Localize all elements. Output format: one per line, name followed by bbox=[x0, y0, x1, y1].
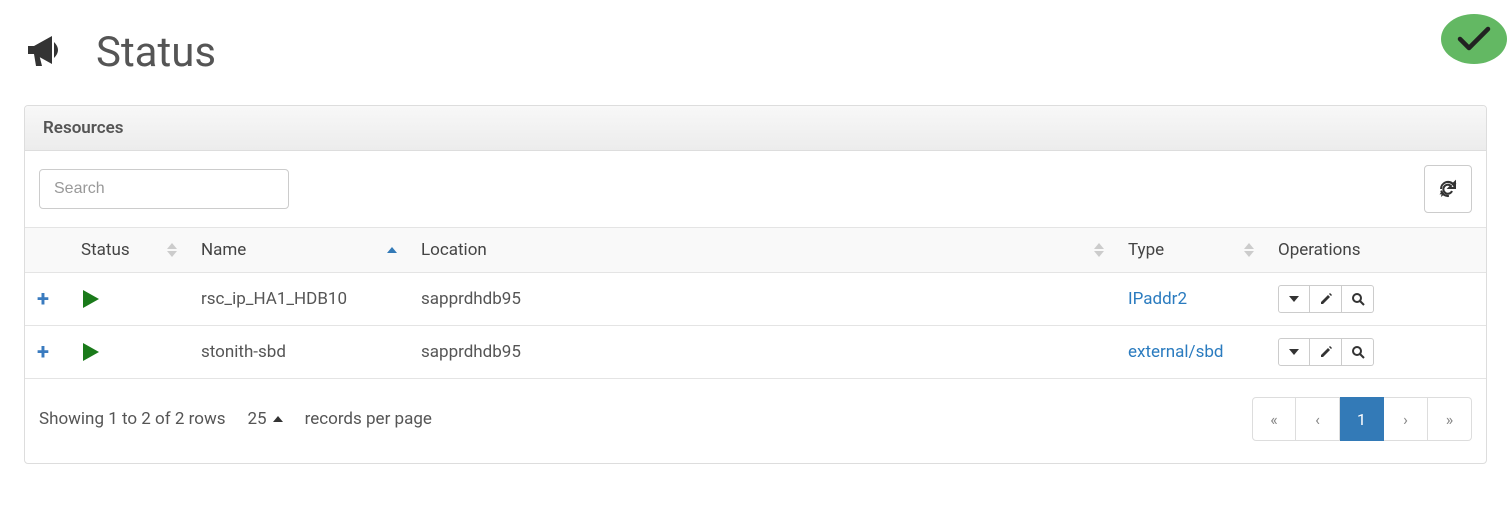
caret-up-icon bbox=[273, 416, 283, 422]
cell-name: rsc_ip_HA1_HDB10 bbox=[189, 273, 409, 326]
expand-button[interactable]: + bbox=[37, 287, 49, 312]
column-type[interactable]: Type bbox=[1116, 228, 1266, 273]
row-operations bbox=[1278, 338, 1374, 366]
column-operations-label: Operations bbox=[1278, 240, 1361, 260]
cell-location: sapprdhdb95 bbox=[409, 273, 1116, 326]
column-location[interactable]: Location bbox=[409, 228, 1116, 273]
page-size-value: 25 bbox=[248, 409, 267, 429]
search-input[interactable] bbox=[39, 169, 289, 209]
page-next-button[interactable]: › bbox=[1384, 397, 1428, 441]
panel-toolbar bbox=[25, 151, 1486, 227]
records-label: records per page bbox=[305, 409, 432, 429]
page-prev-button[interactable]: ‹ bbox=[1296, 397, 1340, 441]
caret-down-icon bbox=[1289, 349, 1299, 355]
showing-text: Showing 1 to 2 of 2 rows bbox=[39, 409, 226, 429]
column-name[interactable]: Name bbox=[189, 228, 409, 273]
refresh-button[interactable] bbox=[1424, 165, 1472, 213]
column-operations: Operations bbox=[1266, 228, 1486, 273]
play-icon bbox=[81, 341, 177, 363]
column-type-label: Type bbox=[1128, 240, 1164, 260]
column-status-label: Status bbox=[81, 240, 130, 260]
caret-down-icon bbox=[1289, 296, 1299, 302]
cell-name: stonith-sbd bbox=[189, 326, 409, 379]
type-link[interactable]: external/sbd bbox=[1128, 342, 1223, 362]
column-location-label: Location bbox=[421, 240, 487, 260]
page-header: Status bbox=[24, 20, 1487, 77]
magnifier-icon bbox=[1351, 292, 1365, 306]
inspect-button[interactable] bbox=[1342, 338, 1374, 366]
row-menu-button[interactable] bbox=[1278, 338, 1310, 366]
page-title: Status bbox=[96, 28, 216, 77]
refresh-icon bbox=[1438, 179, 1458, 199]
pagination: « ‹ 1 › » bbox=[1252, 397, 1472, 441]
bullhorn-icon bbox=[24, 32, 68, 74]
sort-icon bbox=[167, 243, 177, 257]
page-number-button[interactable]: 1 bbox=[1340, 397, 1384, 441]
check-icon bbox=[1457, 26, 1491, 52]
cell-location: sapprdhdb95 bbox=[409, 326, 1116, 379]
table-row: + stonith-sbd sapprdhdb95 external/sbd bbox=[25, 326, 1486, 379]
resources-table: Status Name Location bbox=[25, 227, 1486, 379]
edit-button[interactable] bbox=[1310, 285, 1342, 313]
expand-button[interactable]: + bbox=[37, 340, 49, 365]
global-status-badge bbox=[1441, 14, 1507, 64]
type-link[interactable]: IPaddr2 bbox=[1128, 289, 1187, 309]
resources-panel: Resources bbox=[24, 105, 1487, 464]
panel-heading: Resources bbox=[25, 106, 1486, 151]
magnifier-icon bbox=[1351, 345, 1365, 359]
page-last-button[interactable]: » bbox=[1428, 397, 1472, 441]
sort-icon bbox=[1244, 243, 1254, 257]
pencil-icon bbox=[1319, 292, 1333, 306]
page-first-button[interactable]: « bbox=[1252, 397, 1296, 441]
panel-footer: Showing 1 to 2 of 2 rows 25 records per … bbox=[25, 379, 1486, 463]
row-operations bbox=[1278, 285, 1374, 313]
sort-icon bbox=[387, 247, 397, 253]
row-menu-button[interactable] bbox=[1278, 285, 1310, 313]
edit-button[interactable] bbox=[1310, 338, 1342, 366]
column-name-label: Name bbox=[201, 240, 246, 260]
play-icon bbox=[81, 288, 177, 310]
pencil-icon bbox=[1319, 345, 1333, 359]
page-size-select[interactable]: 25 bbox=[248, 409, 283, 429]
column-expand bbox=[25, 228, 69, 273]
column-status[interactable]: Status bbox=[69, 228, 189, 273]
sort-icon bbox=[1094, 243, 1104, 257]
inspect-button[interactable] bbox=[1342, 285, 1374, 313]
table-row: + rsc_ip_HA1_HDB10 sapprdhdb95 IPaddr2 bbox=[25, 273, 1486, 326]
